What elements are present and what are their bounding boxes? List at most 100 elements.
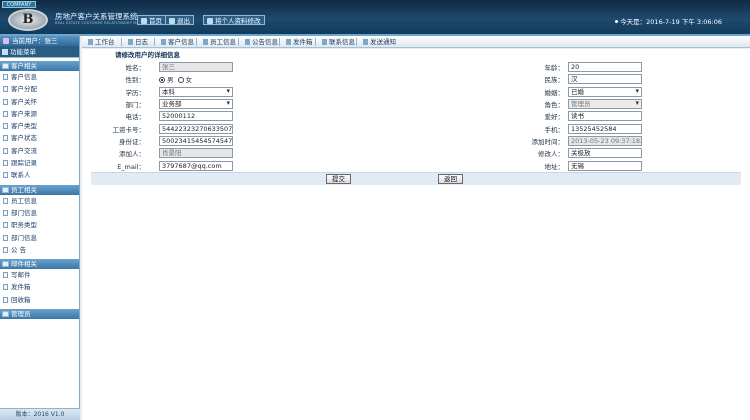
sidebar-item-customer-info[interactable]: 客户信息 — [0, 71, 79, 83]
bullet-icon — [615, 20, 619, 23]
sidebar-item-customer-care[interactable]: 客户关怀 — [0, 96, 79, 108]
input-row1-col2[interactable]: 汉 — [568, 74, 642, 85]
form-row: 电话： 52000112 爱好： 读书 — [91, 110, 741, 122]
field-label: 婚姻： — [544, 88, 565, 97]
gender-radio-1[interactable] — [177, 77, 184, 84]
tab-notice-info[interactable]: 公告信息 — [245, 37, 278, 47]
input-row8-col2[interactable]: 无锡 — [568, 160, 642, 171]
sidebar: 当前用户：张三 功能菜单 客户相关 客户信息 客户分配 客户关怀 客户来源 客户… — [0, 36, 80, 420]
tab-icon — [245, 39, 250, 45]
menu-icon — [2, 49, 8, 55]
sidebar-item-customer-comm[interactable]: 客户交流 — [0, 145, 79, 157]
sidebar-item-customer-type[interactable]: 客户类型 — [0, 120, 79, 132]
group-admin[interactable]: 管理员 — [0, 309, 79, 320]
field-label: 电话： — [125, 113, 146, 122]
submit-button[interactable]: 提交 — [326, 173, 351, 184]
group-mail[interactable]: 邮件相关 — [0, 259, 79, 270]
input-row5-col1[interactable]: 544223232706335070 — [159, 123, 233, 134]
select-row2-col1[interactable]: 本科 — [159, 86, 233, 97]
doc-icon — [3, 86, 8, 93]
input-row4-col2[interactable]: 读书 — [568, 111, 642, 122]
field-label: E_mail： — [117, 162, 145, 171]
function-menu-header[interactable]: 功能菜单 — [0, 46, 79, 58]
input-row0-col2[interactable]: 20 — [568, 62, 642, 73]
input-row6-col1[interactable]: 500234154545745474 — [159, 135, 233, 146]
field-label: 工资卡号： — [112, 125, 146, 134]
form-title: 请修改用户的详细信息 — [115, 51, 180, 59]
user-icon — [3, 38, 9, 44]
logout-button[interactable]: 退出 — [165, 15, 194, 25]
tab-icon — [88, 39, 93, 45]
tab-customer-info[interactable]: 客户信息 — [161, 37, 194, 47]
tab-outbox[interactable]: 发件箱 — [286, 37, 313, 47]
sidebar-item-customer-source[interactable]: 客户来源 — [0, 108, 79, 120]
field-label: 爱好： — [544, 113, 565, 122]
input-row7-col2[interactable]: 关极放 — [568, 148, 642, 159]
group-staff[interactable]: 员工相关 — [0, 184, 79, 195]
spacer — [325, 159, 502, 171]
doc-icon — [3, 222, 8, 229]
input-row4-col1[interactable]: 52000112 — [159, 111, 233, 122]
select-row2-col2[interactable]: 已婚 — [568, 86, 642, 97]
doc-icon — [3, 98, 8, 105]
sidebar-item-position-type[interactable]: 职务类型 — [0, 219, 79, 231]
form-row: 性别：男女民族：汉 — [91, 73, 741, 85]
tab-contact-info[interactable]: 联系信息 — [322, 37, 355, 47]
input-row5-col2[interactable]: 13525452584 — [568, 123, 642, 134]
field-label: 添加时间： — [531, 137, 565, 146]
sidebar-item-dept-info[interactable]: 部门信息 — [0, 207, 79, 219]
group-customer[interactable]: 客户相关 — [0, 61, 79, 71]
spacer — [325, 135, 502, 147]
doc-icon — [3, 209, 8, 216]
doc-icon — [3, 147, 8, 154]
gender-option-label: 男 — [167, 76, 174, 85]
tab-staff-info[interactable]: 员工信息 — [203, 37, 236, 47]
tab-icon — [363, 39, 368, 45]
doc-icon — [3, 74, 8, 80]
doc-icon — [3, 246, 8, 253]
field-label: 年龄： — [544, 64, 565, 73]
gender-radio-group: 男女 — [159, 73, 325, 85]
select-row3-col1[interactable]: 业务部 — [159, 99, 233, 110]
logo-badge: B — [8, 9, 48, 31]
main-content: 请修改用户的详细信息 姓名：张三年龄：20性别：男女民族：汉学历：本科婚姻：已婚… — [82, 49, 750, 420]
gender-option-label: 女 — [185, 76, 193, 85]
user-edit-icon — [207, 18, 213, 24]
edit-profile-button[interactable]: 将个人资料修改 — [203, 15, 265, 25]
tab-log[interactable]: 日志 — [128, 37, 148, 47]
tab-icon — [286, 39, 291, 45]
tab-send-notice[interactable]: 发送通知 — [363, 37, 396, 47]
sidebar-item-outbox[interactable]: 发件箱 — [0, 281, 79, 293]
doc-icon — [3, 172, 8, 179]
sidebar-item-recycle[interactable]: 回收箱 — [0, 294, 79, 306]
field-label: 部门： — [125, 101, 146, 110]
logo-tag: COMPANY — [2, 1, 36, 8]
sidebar-item-staff-info[interactable]: 员工信息 — [0, 195, 79, 207]
input-row8-col1[interactable]: 3797687@qq.com — [159, 160, 233, 171]
sidebar-item-notice[interactable]: 公 告 — [0, 244, 79, 256]
tab-separator — [121, 38, 122, 46]
tab-separator — [315, 38, 316, 46]
tab-icon — [128, 39, 133, 45]
current-user-bar: 当前用户：张三 — [0, 36, 79, 46]
doc-icon — [3, 110, 8, 117]
sidebar-item-compose[interactable]: 写邮件 — [0, 269, 79, 281]
field-label: 性别： — [125, 76, 146, 85]
tab-workbench[interactable]: 工作台 — [88, 37, 115, 47]
field-label: 修改人： — [538, 150, 564, 159]
sidebar-item-contacts[interactable]: 联系人 — [0, 169, 79, 181]
spacer — [325, 98, 502, 110]
sidebar-item-dept-info-2[interactable]: 部门信息 — [0, 232, 79, 244]
back-button[interactable]: 返回 — [438, 173, 463, 184]
gender-radio-0[interactable] — [159, 77, 165, 84]
folder-icon — [2, 63, 9, 69]
home-icon — [141, 18, 147, 24]
spacer — [325, 86, 502, 98]
sidebar-item-customer-status[interactable]: 客户状态 — [0, 132, 79, 144]
tab-separator — [279, 38, 280, 46]
sidebar-item-tracking[interactable]: 跟踪记录 — [0, 157, 79, 169]
folder-icon — [2, 186, 9, 193]
sidebar-item-customer-assign[interactable]: 客户分配 — [0, 83, 79, 95]
home-button[interactable]: 首页 — [137, 15, 166, 25]
tab-separator — [238, 38, 239, 46]
